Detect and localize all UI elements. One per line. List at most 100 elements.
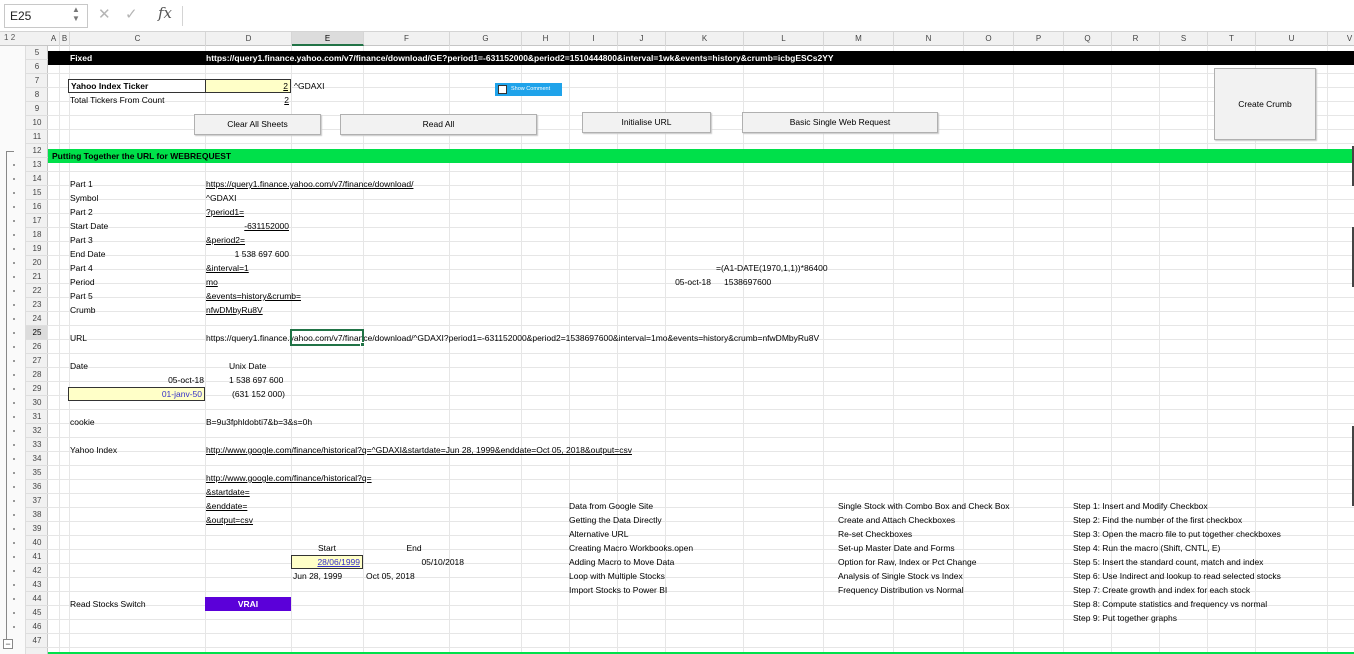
column-header-k[interactable]: K xyxy=(666,32,744,46)
google-topic-item[interactable]: Getting the Data Directly xyxy=(569,513,662,527)
column-header-h[interactable]: H xyxy=(522,32,570,46)
cookie-value[interactable]: B=9u3fphldobti7&b=3&s=0h xyxy=(206,415,312,429)
url-part-label[interactable]: End Date xyxy=(70,247,105,261)
url-label[interactable]: URL xyxy=(70,331,87,345)
url-part-label[interactable]: Symbol xyxy=(70,191,98,205)
end-header[interactable]: End xyxy=(378,541,450,555)
step-item[interactable]: Step 7: Create growth and index for each… xyxy=(1073,583,1250,597)
total-tickers-value[interactable]: 2 xyxy=(205,93,289,107)
fixed-label[interactable]: Fixed xyxy=(70,51,92,65)
row-header-34[interactable]: 34 xyxy=(26,452,48,466)
url-part-label[interactable]: Part 5 xyxy=(70,289,93,303)
cancel-icon[interactable]: ✕ xyxy=(98,5,111,25)
step-item[interactable]: Step 1: Insert and Modify Checkbox xyxy=(1073,499,1208,513)
show-comment-checkbox[interactable]: Show Comment xyxy=(495,83,562,96)
row-header-19[interactable]: 19 xyxy=(26,242,48,256)
row-header-37[interactable]: 37 xyxy=(26,494,48,508)
row-header-29[interactable]: 29 xyxy=(26,382,48,396)
clear-all-sheets-button[interactable]: Clear All Sheets xyxy=(194,114,321,135)
row-header-9[interactable]: 9 xyxy=(26,102,48,116)
column-header-s[interactable]: S xyxy=(1160,32,1208,46)
column-header-u[interactable]: U xyxy=(1256,32,1328,46)
google-topic-item[interactable]: Data from Google Site xyxy=(569,499,653,513)
outline-level-2[interactable]: 2 xyxy=(11,33,15,42)
url-part-label[interactable]: Part 1 xyxy=(70,177,93,191)
unix-formula-note[interactable]: =(A1-DATE(1970,1,1))*86400 xyxy=(716,261,828,275)
row-header-8[interactable]: 8 xyxy=(26,88,48,102)
read-switch-value[interactable]: VRAI xyxy=(205,597,291,611)
row-header-38[interactable]: 38 xyxy=(26,508,48,522)
read-switch-label[interactable]: Read Stocks Switch xyxy=(70,597,146,611)
name-box-stepper-icon[interactable]: ▲ ▼ xyxy=(71,5,81,23)
row-header-24[interactable]: 24 xyxy=(26,312,48,326)
column-header-o[interactable]: O xyxy=(964,32,1014,46)
step-item[interactable]: Step 2: Find the number of the first che… xyxy=(1073,513,1242,527)
row-header-22[interactable]: 22 xyxy=(26,284,48,298)
url-part-label[interactable]: Part 3 xyxy=(70,233,93,247)
column-header-g[interactable]: G xyxy=(450,32,522,46)
checkbox-topic-item[interactable]: Analysis of Single Stock vs Index xyxy=(838,569,963,583)
google-topic-item[interactable]: Adding Macro to Move Data xyxy=(569,555,674,569)
row-header-6[interactable]: 6 xyxy=(26,60,48,74)
url-part-value[interactable]: &interval=1 xyxy=(206,261,249,275)
step-item[interactable]: Step 9: Put together graphs xyxy=(1073,611,1177,625)
column-header-b[interactable]: B xyxy=(60,32,70,46)
row-header-26[interactable]: 26 xyxy=(26,340,48,354)
row-header-28[interactable]: 28 xyxy=(26,368,48,382)
unix-value-1[interactable]: 1 538 697 600 xyxy=(229,373,283,387)
url-part-label[interactable]: Part 4 xyxy=(70,261,93,275)
step-item[interactable]: Step 6: Use Indirect and lookup to read … xyxy=(1073,569,1281,583)
row-header-5[interactable]: 5 xyxy=(26,46,48,60)
url-part-value[interactable]: https://query1.finance.yahoo.com/v7/fina… xyxy=(206,177,413,191)
yahoo-index-label[interactable]: Yahoo Index xyxy=(70,443,117,457)
column-header-e[interactable]: E xyxy=(292,32,364,46)
column-header-l[interactable]: L xyxy=(744,32,824,46)
row-header-14[interactable]: 14 xyxy=(26,172,48,186)
url-part-value[interactable]: mo xyxy=(206,275,218,289)
row-header-39[interactable]: 39 xyxy=(26,522,48,536)
row-header-23[interactable]: 23 xyxy=(26,298,48,312)
outline-level-1[interactable]: 1 xyxy=(4,33,8,42)
url-part-value[interactable]: ^GDAXI xyxy=(206,191,236,205)
step-item[interactable]: Step 3: Open the macro file to put toget… xyxy=(1073,527,1281,541)
url-part-value[interactable]: nfwDMbyRu8V xyxy=(206,303,263,317)
active-cell-cursor[interactable] xyxy=(290,329,365,347)
google-topic-item[interactable]: Loop with Multiple Stocks xyxy=(569,569,665,583)
row-header-40[interactable]: 40 xyxy=(26,536,48,550)
column-header-t[interactable]: T xyxy=(1208,32,1256,46)
row-header-35[interactable]: 35 xyxy=(26,466,48,480)
row-header-15[interactable]: 15 xyxy=(26,186,48,200)
url-part-value[interactable]: &events=history&crumb= xyxy=(206,289,301,303)
row-header-41[interactable]: 41 xyxy=(26,550,48,564)
column-header-r[interactable]: R xyxy=(1112,32,1160,46)
start-date-input[interactable]: 28/06/1999 xyxy=(291,555,363,569)
row-header-36[interactable]: 36 xyxy=(26,480,48,494)
column-header-c[interactable]: C xyxy=(70,32,206,46)
checkbox-topic-item[interactable]: Set-up Master Date and Forms xyxy=(838,541,955,555)
ticker-symbol[interactable]: ^GDAXI xyxy=(294,79,324,93)
insert-function-icon[interactable]: fx xyxy=(158,4,172,22)
ticker-value[interactable]: 2 xyxy=(205,79,291,93)
yahoo-index-url[interactable]: http://www.google.com/finance/historical… xyxy=(206,443,632,457)
row-header-45[interactable]: 45 xyxy=(26,606,48,620)
step-item[interactable]: Step 5: Insert the standard count, match… xyxy=(1073,555,1263,569)
google-topic-item[interactable]: Creating Macro Workbooks.open xyxy=(569,541,693,555)
collapse-group-icon[interactable]: − xyxy=(3,639,13,649)
row-header-18[interactable]: 18 xyxy=(26,228,48,242)
checkbox-topic-item[interactable]: Option for Raw, Index or Pct Change xyxy=(838,555,976,569)
checkbox-topic-item[interactable]: Re-set Checkboxes xyxy=(838,527,912,541)
total-tickers-label[interactable]: Total Tickers From Count xyxy=(70,93,164,107)
column-header-j[interactable]: J xyxy=(618,32,666,46)
row-header-7[interactable]: 7 xyxy=(26,74,48,88)
checkbox-topic-item[interactable]: Single Stock with Combo Box and Check Bo… xyxy=(838,499,1010,513)
end-date-text[interactable]: Oct 05, 2018 xyxy=(366,569,415,583)
google-topic-item[interactable]: Import Stocks to Power BI xyxy=(569,583,667,597)
row-header-44[interactable]: 44 xyxy=(26,592,48,606)
url-part-label[interactable]: Period xyxy=(70,275,95,289)
column-header-v[interactable]: V xyxy=(1328,32,1354,46)
row-header-10[interactable]: 10 xyxy=(26,116,48,130)
row-header-46[interactable]: 46 xyxy=(26,620,48,634)
row-header-31[interactable]: 31 xyxy=(26,410,48,424)
unix-value-2[interactable]: (631 152 000) xyxy=(232,387,285,401)
end-date-value[interactable]: 05/10/2018 xyxy=(378,555,464,569)
